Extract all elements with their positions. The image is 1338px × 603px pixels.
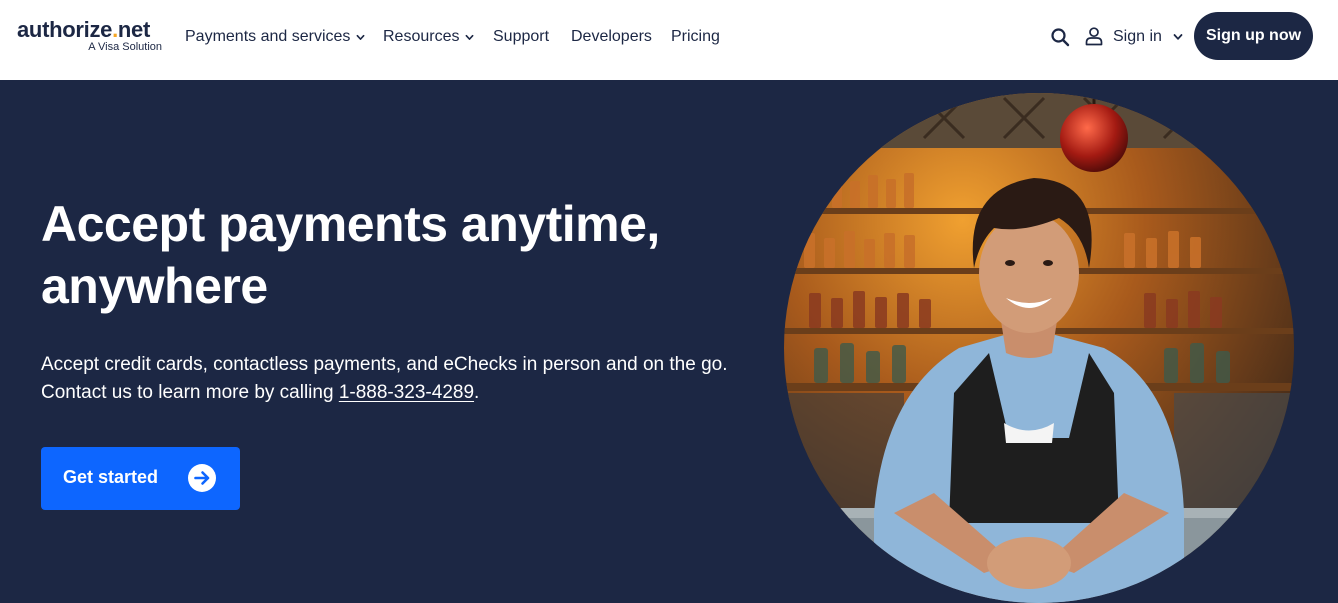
chevron-down-icon [466,34,474,40]
nav-label: Resources [383,28,460,45]
chevron-down-icon [356,34,365,40]
arrow-right-circle-icon [188,464,216,492]
phone-link[interactable]: 1-888-323-4289 [339,382,474,403]
hero-headline: Accept payments anytime, anywhere [41,193,761,317]
logo-tagline: A Visa Solution [88,41,162,53]
chevron-down-icon[interactable] [1173,32,1183,42]
hero-subtext: Accept credit cards, contactless payment… [41,351,741,407]
site-header: authorize.net A Visa Solution Payments a… [0,0,1338,80]
hero-section: Accept payments anytime, anywhere Accept… [0,80,1338,603]
logo-tld: net [117,17,151,42]
nav-pricing[interactable]: Pricing [671,26,720,48]
subtext-end: . [474,382,480,403]
sign-in-link[interactable]: Sign in [1113,26,1162,48]
headline-line-2: anywhere [41,258,268,314]
nav-label: Developers [571,28,652,45]
nav-label: Pricing [671,28,720,45]
logo-name: authorize [17,17,113,42]
cta-label: Get started [63,467,159,487]
headline-line-1: Accept payments anytime, [41,196,660,252]
nav-support[interactable]: Support [493,26,549,48]
nav-payments-and-services[interactable]: Payments and services [185,26,365,48]
sign-up-button[interactable]: Sign up now [1194,12,1313,60]
user-icon [1085,27,1103,46]
nav-resources[interactable]: Resources [383,26,474,48]
get-started-button[interactable]: Get started [41,447,240,510]
nav-label: Support [493,28,550,45]
nav-developers[interactable]: Developers [571,26,652,48]
search-icon[interactable] [1050,27,1070,47]
authorize-net-logo[interactable]: authorize.net A Visa Solution [17,17,163,57]
smiling-bartender-photo [784,93,1294,603]
nav-label: Payments and services [185,28,351,45]
